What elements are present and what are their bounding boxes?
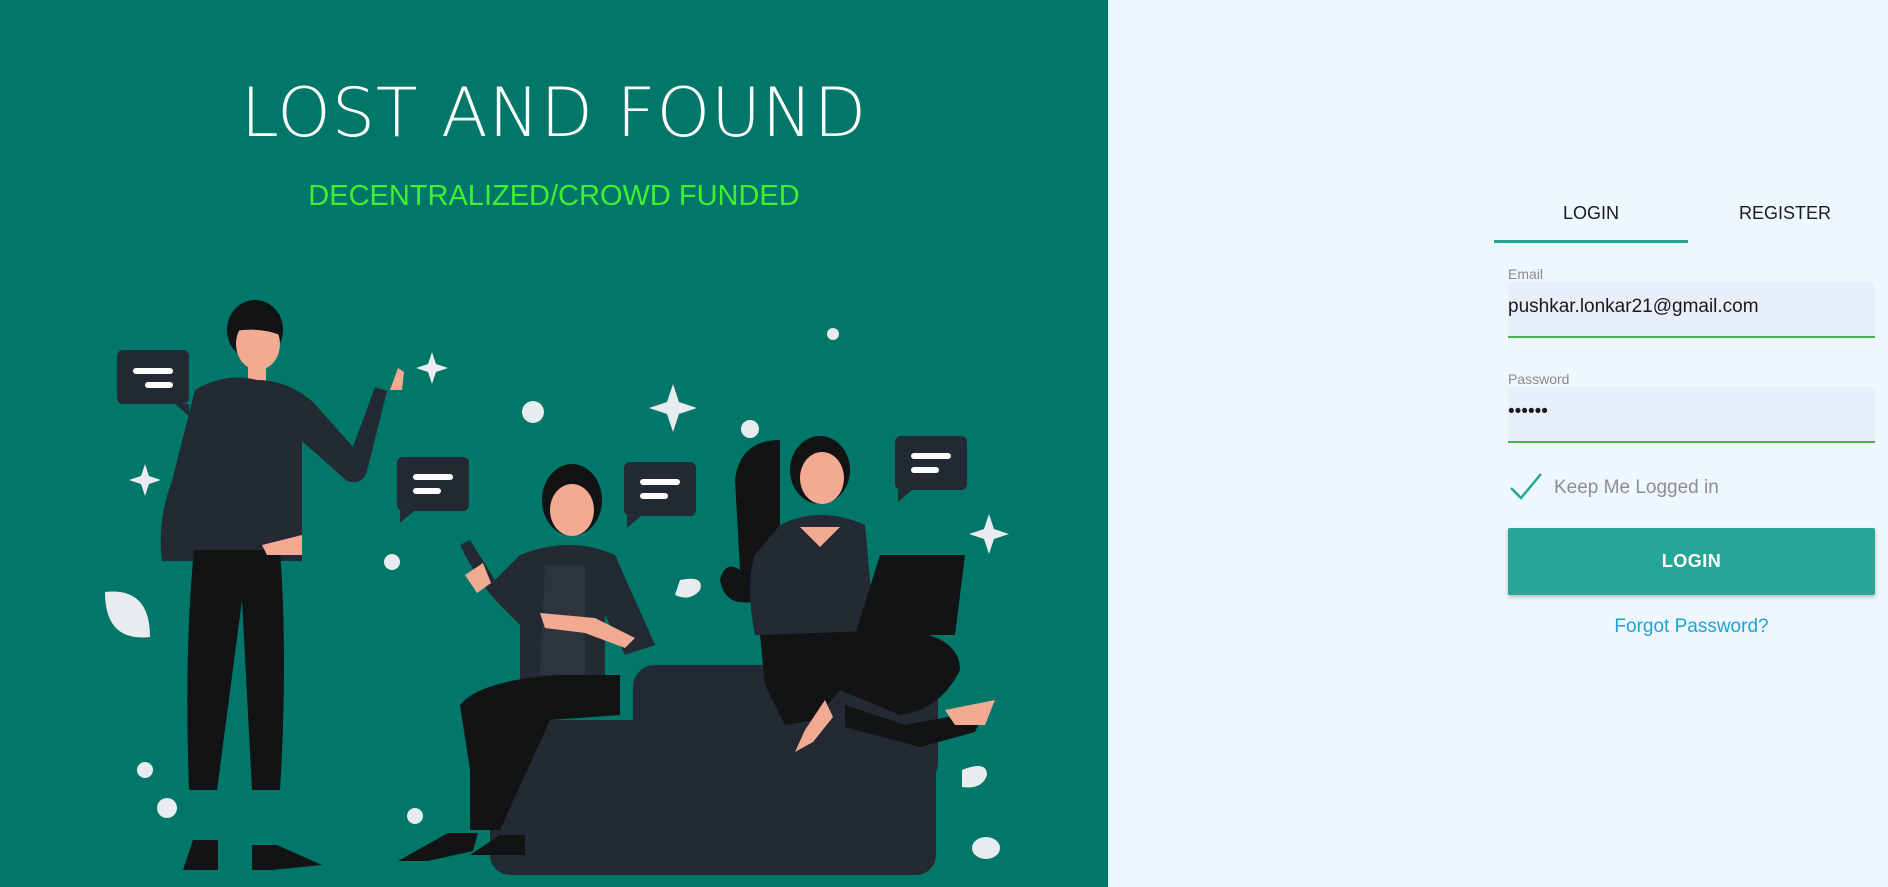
tab-login[interactable]: LOGIN: [1494, 195, 1688, 243]
keep-logged-in-label: Keep Me Logged in: [1554, 477, 1719, 498]
password-field[interactable]: ••••••: [1508, 387, 1875, 443]
password-label: Password: [1508, 371, 1570, 387]
email-value: pushkar.lonkar21@gmail.com: [1508, 296, 1759, 317]
check-icon: [1510, 473, 1542, 500]
hero-panel: LOST AND FOUND DECENTRALIZED/CROWD FUNDE…: [0, 0, 1108, 887]
tagline: DECENTRALIZED/CROWD FUNDED: [308, 180, 800, 212]
email-field[interactable]: pushkar.lonkar21@gmail.com: [1508, 282, 1875, 338]
app-title: LOST AND FOUND: [240, 74, 868, 153]
password-field-group: Password ••••••: [1508, 371, 1875, 443]
email-field-group: Email pushkar.lonkar21@gmail.com: [1508, 266, 1875, 338]
keep-logged-in-checkbox[interactable]: Keep Me Logged in: [1508, 470, 1719, 506]
login-button[interactable]: LOGIN: [1508, 528, 1875, 595]
login-page: LOST AND FOUND DECENTRALIZED/CROWD FUNDE…: [0, 0, 1888, 887]
tab-register[interactable]: REGISTER: [1688, 195, 1882, 243]
auth-panel: LOGIN REGISTER Email pushkar.lonkar21@gm…: [1108, 0, 1888, 887]
password-value: ••••••: [1508, 401, 1548, 422]
email-label: Email: [1508, 266, 1544, 282]
forgot-password-link[interactable]: Forgot Password?: [1508, 616, 1875, 638]
man-figure: [160, 300, 404, 870]
people-chatting-illustration: [105, 300, 1009, 875]
auth-tabs: LOGIN REGISTER: [1494, 195, 1882, 243]
